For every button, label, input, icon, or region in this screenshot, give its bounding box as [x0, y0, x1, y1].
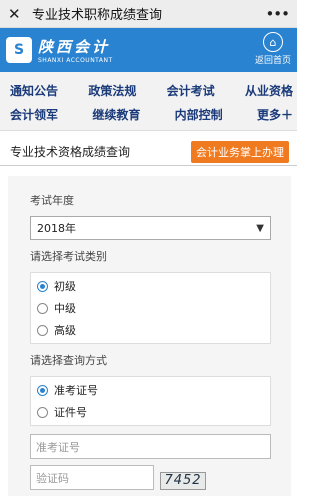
- radio-button[interactable]: [37, 324, 48, 336]
- page-title: 专业技术职称成绩查询: [32, 8, 163, 23]
- nav-item-policies[interactable]: 政策法规: [88, 82, 136, 99]
- chevron-down-icon: ▼: [256, 222, 264, 234]
- category-radio-group: 初级 中级 高级: [30, 272, 271, 344]
- close-icon[interactable]: ✕: [8, 5, 26, 23]
- captcha-image[interactable]: 7452: [160, 471, 206, 490]
- home-icon: ⌂: [262, 32, 283, 52]
- nav-row-2: 会计领军 继续教育 内部控制 更多＋: [0, 102, 297, 126]
- radio-button[interactable]: [37, 302, 48, 314]
- nav-item-more[interactable]: 更多＋: [257, 106, 293, 123]
- radio-label: 中级: [54, 302, 76, 315]
- category-label: 请选择考试类别: [30, 250, 107, 263]
- home-button[interactable]: ⌂ 返回首页: [255, 32, 291, 66]
- more-icon[interactable]: •••: [265, 5, 290, 23]
- radio-option-senior[interactable]: 高级: [37, 319, 264, 341]
- year-value: 2018年: [37, 222, 76, 235]
- nav-item-notices[interactable]: 通知公告: [10, 82, 58, 99]
- radio-label: 高级: [54, 324, 76, 337]
- query-form: 考试年度 2018年 ▼ 请选择考试类别 初级 中级 高级 请选择查询方式 准考…: [8, 176, 291, 496]
- section-title: 专业技术资格成绩查询: [10, 145, 131, 159]
- nav-row-1: 通知公告 政策法规 会计考试 从业资格: [0, 78, 297, 102]
- nav-item-leaders[interactable]: 会计领军: [10, 106, 58, 123]
- radio-option-ticket[interactable]: 准考证号: [37, 379, 264, 401]
- method-label: 请选择查询方式: [30, 354, 107, 367]
- method-radio-group: 准考证号 证件号: [30, 376, 271, 426]
- nav-item-internal-control[interactable]: 内部控制: [175, 106, 223, 123]
- captcha-row: 验证码 7452: [30, 465, 271, 496]
- radio-label: 准考证号: [54, 384, 98, 397]
- logo-icon: S: [6, 37, 32, 63]
- radio-option-junior[interactable]: 初级: [37, 275, 264, 297]
- radio-button[interactable]: [37, 406, 48, 418]
- logo-cn-text: 陕西会计: [38, 38, 111, 56]
- year-select[interactable]: 2018年 ▼: [30, 216, 271, 240]
- mobile-service-button[interactable]: 会计业务掌上办理: [191, 140, 289, 163]
- radio-label: 证件号: [54, 406, 87, 419]
- radio-option-intermediate[interactable]: 中级: [37, 297, 264, 319]
- captcha-input[interactable]: 验证码: [30, 465, 154, 490]
- ticket-number-input[interactable]: 准考证号: [30, 434, 271, 459]
- site-banner: S 陕西会计 SHANXI ACCOUNTANT ⌂ 返回首页: [0, 28, 297, 72]
- radio-button[interactable]: [37, 280, 48, 292]
- year-label: 考试年度: [30, 194, 74, 207]
- radio-label: 初级: [54, 280, 76, 293]
- radio-option-id[interactable]: 证件号: [37, 401, 264, 423]
- radio-button[interactable]: [37, 384, 48, 396]
- nav-item-qualification[interactable]: 从业资格: [245, 82, 293, 99]
- home-label: 返回首页: [254, 56, 291, 66]
- logo-en-text: SHANXI ACCOUNTANT: [38, 57, 113, 64]
- section-header: 专业技术资格成绩查询 会计业务掌上办理: [0, 138, 297, 166]
- nav-item-education[interactable]: 继续教育: [92, 106, 140, 123]
- main-nav: 通知公告 政策法规 会计考试 从业资格 会计领军 继续教育 内部控制 更多＋: [0, 72, 297, 131]
- site-logo: 陕西会计 SHANXI ACCOUNTANT: [38, 36, 113, 64]
- nav-item-exams[interactable]: 会计考试: [167, 82, 215, 99]
- top-bar: ✕ 专业技术职称成绩查询 •••: [0, 0, 297, 28]
